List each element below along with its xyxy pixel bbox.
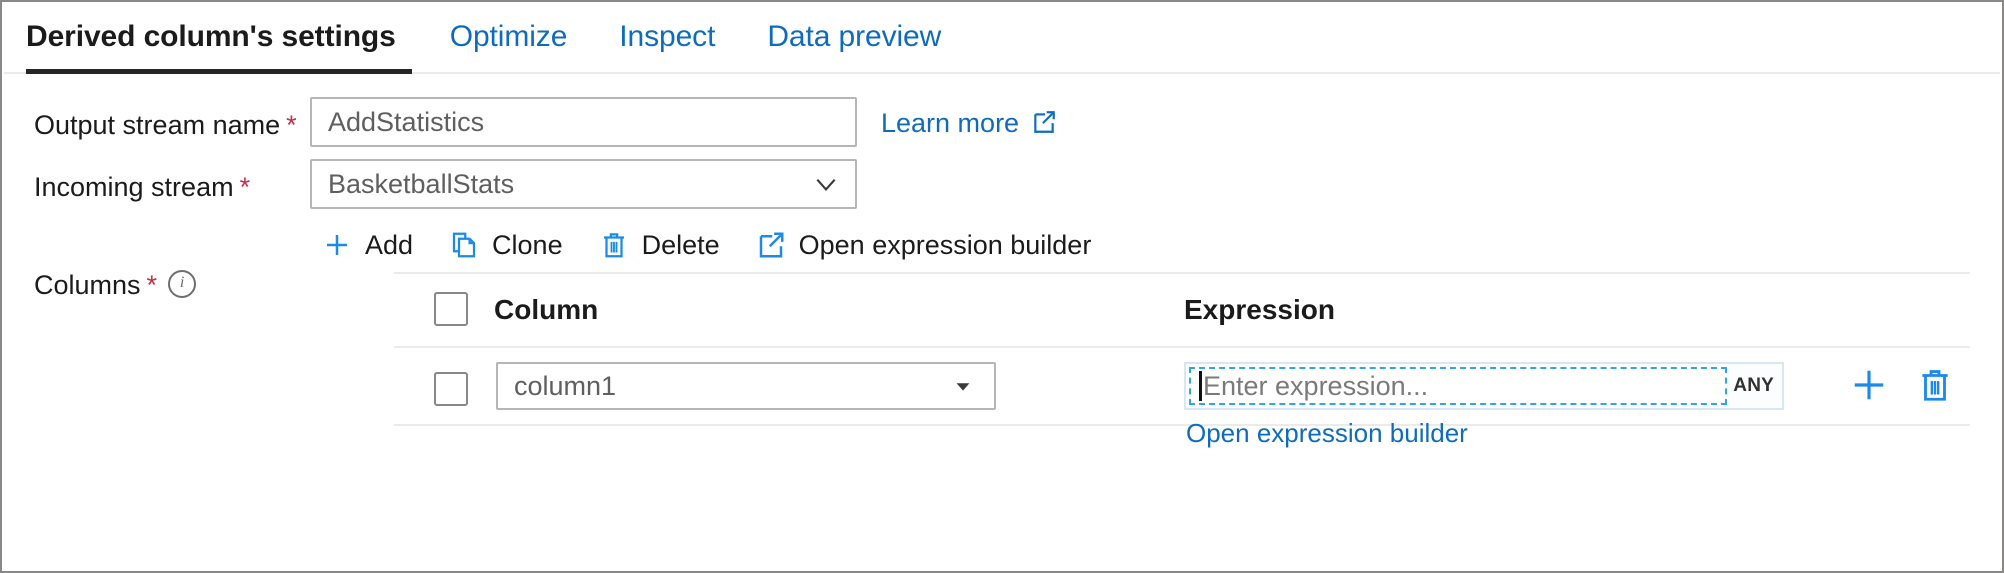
columns-command-bar: Add Clone Delete Open expression builder: [304, 222, 1109, 268]
add-button-label: Add: [365, 229, 414, 260]
incoming-stream-label: Incoming stream *: [34, 174, 250, 201]
text-caret: [1199, 371, 1202, 401]
column-header: Column: [494, 294, 599, 325]
output-stream-name-label: Output stream name *: [34, 112, 297, 139]
derived-column-settings-panel: Derived column's settings Optimize Inspe…: [0, 0, 2004, 573]
tab-derived-column-settings[interactable]: Derived column's settings: [26, 22, 424, 74]
settings-body: Output stream name* Learn more Incoming …: [4, 74, 2000, 569]
output-stream-required-marker: *: [286, 110, 297, 140]
row-open-expression-builder-link[interactable]: Open expression builder: [1186, 418, 1468, 449]
add-row-button[interactable]: [1850, 366, 1888, 404]
trash-icon: [1916, 366, 1954, 404]
expression-type-badge: ANY: [1733, 375, 1774, 396]
table-top-divider: [394, 272, 1970, 274]
output-stream-name-input[interactable]: [310, 97, 857, 147]
output-stream-name-label-text: Output stream name: [34, 110, 281, 140]
expression-header: Expression: [1184, 294, 1335, 325]
column-name-select[interactable]: column1: [496, 362, 996, 410]
incoming-stream-selected-value: BasketballStats: [328, 168, 515, 199]
info-icon[interactable]: [168, 270, 197, 298]
open-expression-builder-label: Open expression builder: [798, 229, 1092, 260]
tab-optimize[interactable]: Optimize: [424, 22, 594, 72]
copy-icon: [449, 230, 479, 260]
delete-row-button[interactable]: [1916, 366, 1954, 404]
expression-input-wrapper[interactable]: Enter expression... ANY: [1184, 362, 1784, 410]
plus-icon: [1850, 366, 1888, 404]
chevron-down-icon: [813, 171, 839, 197]
row-select-checkbox[interactable]: [434, 372, 468, 406]
incoming-stream-select[interactable]: BasketballStats: [310, 159, 857, 209]
add-button[interactable]: Add: [304, 222, 431, 268]
select-all-checkbox[interactable]: [434, 292, 468, 326]
clone-button-label: Clone: [492, 229, 563, 260]
external-link-icon: [756, 230, 786, 260]
delete-button-label: Delete: [641, 229, 720, 260]
learn-more-link[interactable]: Learn more: [881, 108, 1057, 139]
expression-input[interactable]: Enter expression...: [1189, 367, 1728, 405]
caret-down-icon: [952, 373, 978, 399]
columns-label: Columns *: [34, 270, 197, 300]
tab-strip: Derived column's settings Optimize Inspe…: [4, 2, 2000, 74]
clone-button[interactable]: Clone: [431, 222, 581, 268]
open-expression-builder-button[interactable]: Open expression builder: [738, 222, 1110, 268]
tab-data-preview[interactable]: Data preview: [741, 22, 967, 72]
tab-inspect[interactable]: Inspect: [593, 22, 741, 72]
trash-icon: [599, 230, 629, 260]
learn-more-label: Learn more: [881, 108, 1020, 138]
table-row-divider: [394, 424, 1970, 426]
columns-required-marker: *: [146, 270, 158, 300]
plus-icon: [322, 230, 352, 260]
columns-label-text: Columns: [34, 270, 141, 300]
external-link-icon: [1031, 109, 1057, 135]
expression-placeholder: Enter expression...: [1203, 370, 1429, 401]
column-name-value: column1: [514, 370, 617, 401]
table-header-divider: [394, 346, 1970, 348]
incoming-stream-label-text: Incoming stream: [34, 172, 234, 202]
delete-button[interactable]: Delete: [581, 222, 738, 268]
incoming-stream-required-marker: *: [239, 172, 251, 202]
